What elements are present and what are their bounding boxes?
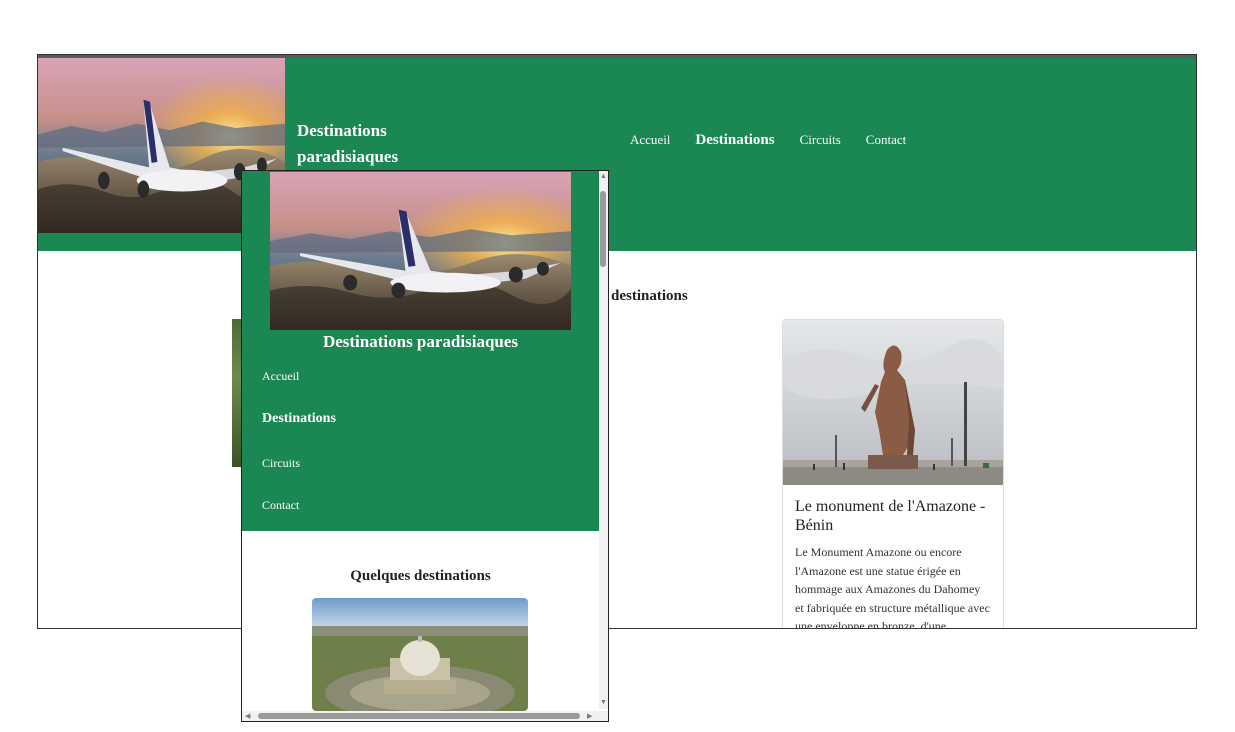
- scroll-arrow-down-icon[interactable]: ▼: [600, 698, 607, 706]
- main-nav: Accueil Destinations Circuits Contact: [630, 132, 931, 149]
- vertical-scroll-thumb[interactable]: [600, 191, 606, 267]
- vertical-scrollbar[interactable]: ▲ ▼: [599, 171, 608, 709]
- horizontal-scrollbar[interactable]: ◀ ▶: [242, 711, 608, 721]
- mobile-brand[interactable]: Destinations paradisiaques: [242, 332, 599, 352]
- card-text: Le Monument Amazone ou encore l'Amazone …: [795, 545, 990, 629]
- nav-destinations[interactable]: Destinations: [695, 132, 774, 149]
- mobile-viewport: Destinations paradisiaques Accueil Desti…: [241, 170, 609, 722]
- nav-contact[interactable]: Contact: [866, 132, 906, 148]
- mobile-header: Destinations paradisiaques Accueil Desti…: [242, 171, 599, 531]
- desktop-viewport: Destinations paradisiaques Accueil Desti…: [37, 54, 1197, 629]
- card-title: Le monument de l'Amazone - Bénin: [795, 498, 986, 534]
- mobile-section-title: Quelques destinations: [350, 568, 491, 584]
- section-title: destinations: [611, 288, 688, 304]
- nav-accueil[interactable]: Accueil: [630, 132, 670, 148]
- site-brand[interactable]: Destinations paradisiaques: [297, 118, 427, 170]
- mobile-nav-contact[interactable]: Contact: [262, 498, 299, 513]
- nav-circuits[interactable]: Circuits: [800, 132, 841, 148]
- mobile-nav-circuits[interactable]: Circuits: [262, 456, 300, 471]
- mobile-nav-destinations[interactable]: Destinations: [262, 411, 336, 427]
- amazone-statue-photo: [783, 320, 1003, 485]
- scroll-arrow-up-icon[interactable]: ▲: [600, 172, 607, 180]
- airplane-banner-image: [270, 172, 571, 330]
- site-header: Destinations paradisiaques Accueil Desti…: [38, 58, 1196, 251]
- horizontal-scroll-thumb[interactable]: [258, 713, 580, 719]
- scroll-arrow-left-icon[interactable]: ◀: [245, 712, 250, 720]
- basilica-photo[interactable]: [312, 598, 528, 711]
- destination-card[interactable]: Le monument de l'Amazone - Bénin Le Monu…: [782, 319, 1004, 629]
- scroll-arrow-right-icon[interactable]: ▶: [587, 712, 592, 720]
- mobile-nav-accueil[interactable]: Accueil: [262, 369, 299, 384]
